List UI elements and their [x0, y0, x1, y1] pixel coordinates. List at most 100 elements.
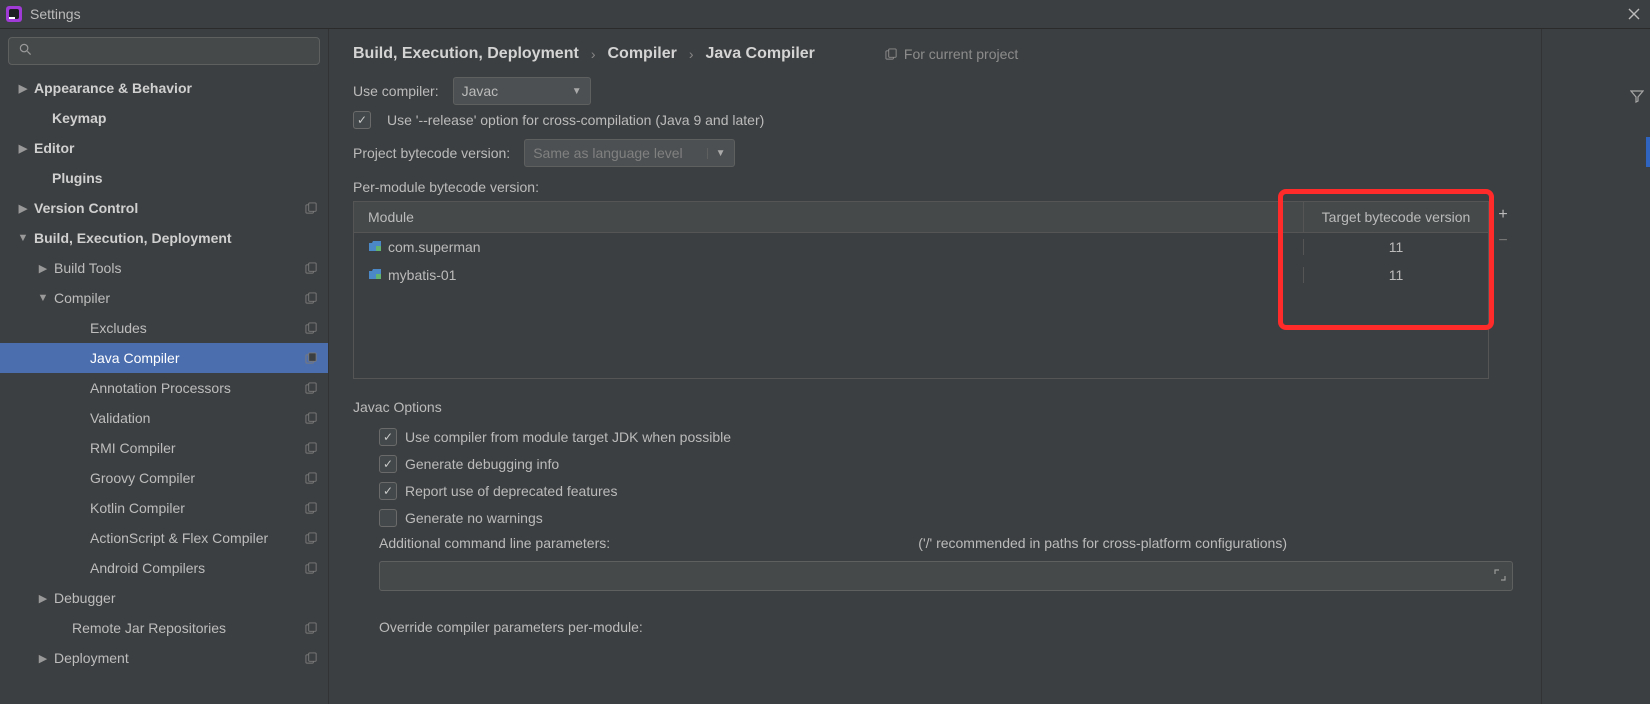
compiler-value: Javac	[462, 83, 499, 99]
sidebar-item[interactable]: ▶ Appearance & Behavior	[0, 73, 328, 103]
tree-arrow-icon: ▼	[36, 292, 50, 304]
sidebar-item[interactable]: ▼ Build, Execution, Deployment	[0, 223, 328, 253]
sidebar-item-label: Validation	[90, 410, 302, 426]
sidebar-item[interactable]: Plugins	[0, 163, 328, 193]
opt-module-jdk-checkbox[interactable]	[379, 428, 397, 446]
project-scope-icon	[302, 562, 320, 575]
project-scope-icon	[302, 502, 320, 515]
sidebar-item-label: RMI Compiler	[90, 440, 302, 456]
sidebar-item[interactable]: ▶ Deployment	[0, 643, 328, 673]
tree-arrow-icon: ▶	[36, 262, 50, 275]
tree-arrow-icon: ▼	[16, 232, 30, 244]
opt-module-jdk-label: Use compiler from module target JDK when…	[405, 429, 731, 445]
sidebar-item-label: Java Compiler	[90, 350, 302, 366]
sidebar-item-label: Remote Jar Repositories	[72, 620, 302, 636]
module-table-header: Module Target bytecode version	[354, 202, 1488, 233]
sidebar-item[interactable]: Excludes	[0, 313, 328, 343]
sidebar-item[interactable]: ▶ Version Control	[0, 193, 328, 223]
sidebar-item-label: Debugger	[54, 590, 320, 606]
params-hint: ('/' recommended in paths for cross-plat…	[918, 535, 1287, 551]
sidebar-item-label: Version Control	[34, 200, 302, 216]
right-gutter	[1541, 29, 1650, 704]
use-compiler-label: Use compiler:	[353, 83, 439, 99]
sidebar-item[interactable]: RMI Compiler	[0, 433, 328, 463]
project-bytecode-placeholder: Same as language level	[533, 145, 682, 161]
expand-icon[interactable]	[1494, 568, 1506, 584]
project-scope-icon	[302, 322, 320, 335]
window-title: Settings	[30, 6, 81, 22]
target-version[interactable]: 11	[1303, 267, 1488, 283]
content-pane: Build, Execution, Deployment › Compiler …	[329, 29, 1541, 704]
project-bytecode-select[interactable]: Same as language level ▼	[524, 139, 734, 167]
release-option-checkbox[interactable]	[353, 111, 371, 129]
sidebar-item[interactable]: ▶Debugger	[0, 583, 328, 613]
sidebar-item-label: Build, Execution, Deployment	[34, 230, 320, 246]
project-scope-hint: For current project	[885, 46, 1018, 62]
table-row[interactable]: com.superman 11	[354, 233, 1488, 261]
opt-nowarn-checkbox[interactable]	[379, 509, 397, 527]
module-name: com.superman	[388, 239, 481, 255]
chevron-down-icon: ▼	[572, 86, 582, 97]
settings-sidebar: ▶ Appearance & Behavior Keymap ▶Editor Plugi…	[0, 29, 329, 704]
sidebar-item[interactable]: Annotation Processors	[0, 373, 328, 403]
sidebar-item[interactable]: Keymap	[0, 103, 328, 133]
tree-arrow-icon: ▶	[16, 202, 30, 215]
accent-marker	[1646, 137, 1650, 167]
sidebar-item-label: Android Compilers	[90, 560, 302, 576]
sidebar-item[interactable]: Groovy Compiler	[0, 463, 328, 493]
project-scope-icon	[302, 442, 320, 455]
sidebar-item[interactable]: Kotlin Compiler	[0, 493, 328, 523]
sidebar-item-label: Groovy Compiler	[90, 470, 302, 486]
compiler-select[interactable]: Javac ▼	[453, 77, 591, 105]
copy-icon	[885, 48, 898, 61]
chevron-right-icon: ›	[591, 46, 596, 62]
sidebar-item[interactable]: Remote Jar Repositories	[0, 613, 328, 643]
remove-button[interactable]: −	[1493, 231, 1513, 251]
project-scope-icon	[302, 202, 320, 215]
search-field[interactable]	[17, 38, 291, 64]
cmd-params-input[interactable]	[379, 561, 1513, 591]
filter-icon[interactable]	[1630, 89, 1644, 106]
sidebar-item-label: ActionScript & Flex Compiler	[90, 530, 302, 546]
sidebar-item[interactable]: ▼ Compiler	[0, 283, 328, 313]
module-icon	[368, 267, 382, 283]
sidebar-item[interactable]: ▶Build Tools	[0, 253, 328, 283]
sidebar-item-label: Keymap	[52, 110, 320, 126]
breadcrumb-a[interactable]: Build, Execution, Deployment	[353, 45, 579, 63]
sidebar-item-label: Deployment	[54, 650, 302, 666]
tree-arrow-icon: ▶	[36, 652, 50, 665]
project-scope-icon	[302, 262, 320, 275]
breadcrumb: Build, Execution, Deployment › Compiler …	[353, 45, 1517, 63]
sidebar-item-label: Kotlin Compiler	[90, 500, 302, 516]
sidebar-item[interactable]: Java Compiler	[0, 343, 328, 373]
sidebar-item[interactable]: ▶Editor	[0, 133, 328, 163]
opt-nowarn-label: Generate no warnings	[405, 510, 543, 526]
tree-arrow-icon: ▶	[16, 82, 30, 95]
target-version[interactable]: 11	[1303, 239, 1488, 255]
table-row[interactable]: mybatis-0111	[354, 261, 1488, 289]
module-table[interactable]: Module Target bytecode version com.super…	[353, 201, 1489, 379]
sidebar-item-label: Appearance & Behavior	[34, 80, 320, 96]
project-scope-icon	[302, 352, 320, 365]
opt-debug-checkbox[interactable]	[379, 455, 397, 473]
project-scope-icon	[302, 652, 320, 665]
add-button[interactable]: +	[1493, 205, 1513, 225]
project-scope-icon	[302, 532, 320, 545]
close-icon[interactable]	[1624, 4, 1644, 24]
release-option-label: Use '--release' option for cross-compila…	[387, 112, 764, 128]
sidebar-item-label: Compiler	[54, 290, 302, 306]
header-module: Module	[354, 209, 1303, 225]
breadcrumb-b[interactable]: Compiler	[607, 45, 676, 63]
sidebar-item[interactable]: Validation	[0, 403, 328, 433]
sidebar-item-label: Plugins	[52, 170, 320, 186]
chevron-down-icon: ▼	[707, 148, 726, 159]
sidebar-item[interactable]: ActionScript & Flex Compiler	[0, 523, 328, 553]
override-label: Override compiler parameters per-module:	[379, 619, 1517, 635]
search-input[interactable]	[8, 37, 320, 65]
header-target: Target bytecode version	[1303, 202, 1488, 232]
project-bytecode-label: Project bytecode version:	[353, 145, 510, 161]
opt-debug-label: Generate debugging info	[405, 456, 559, 472]
opt-deprecated-checkbox[interactable]	[379, 482, 397, 500]
sidebar-item[interactable]: Android Compilers	[0, 553, 328, 583]
settings-tree[interactable]: ▶ Appearance & Behavior Keymap ▶Editor Plugi…	[0, 73, 328, 704]
